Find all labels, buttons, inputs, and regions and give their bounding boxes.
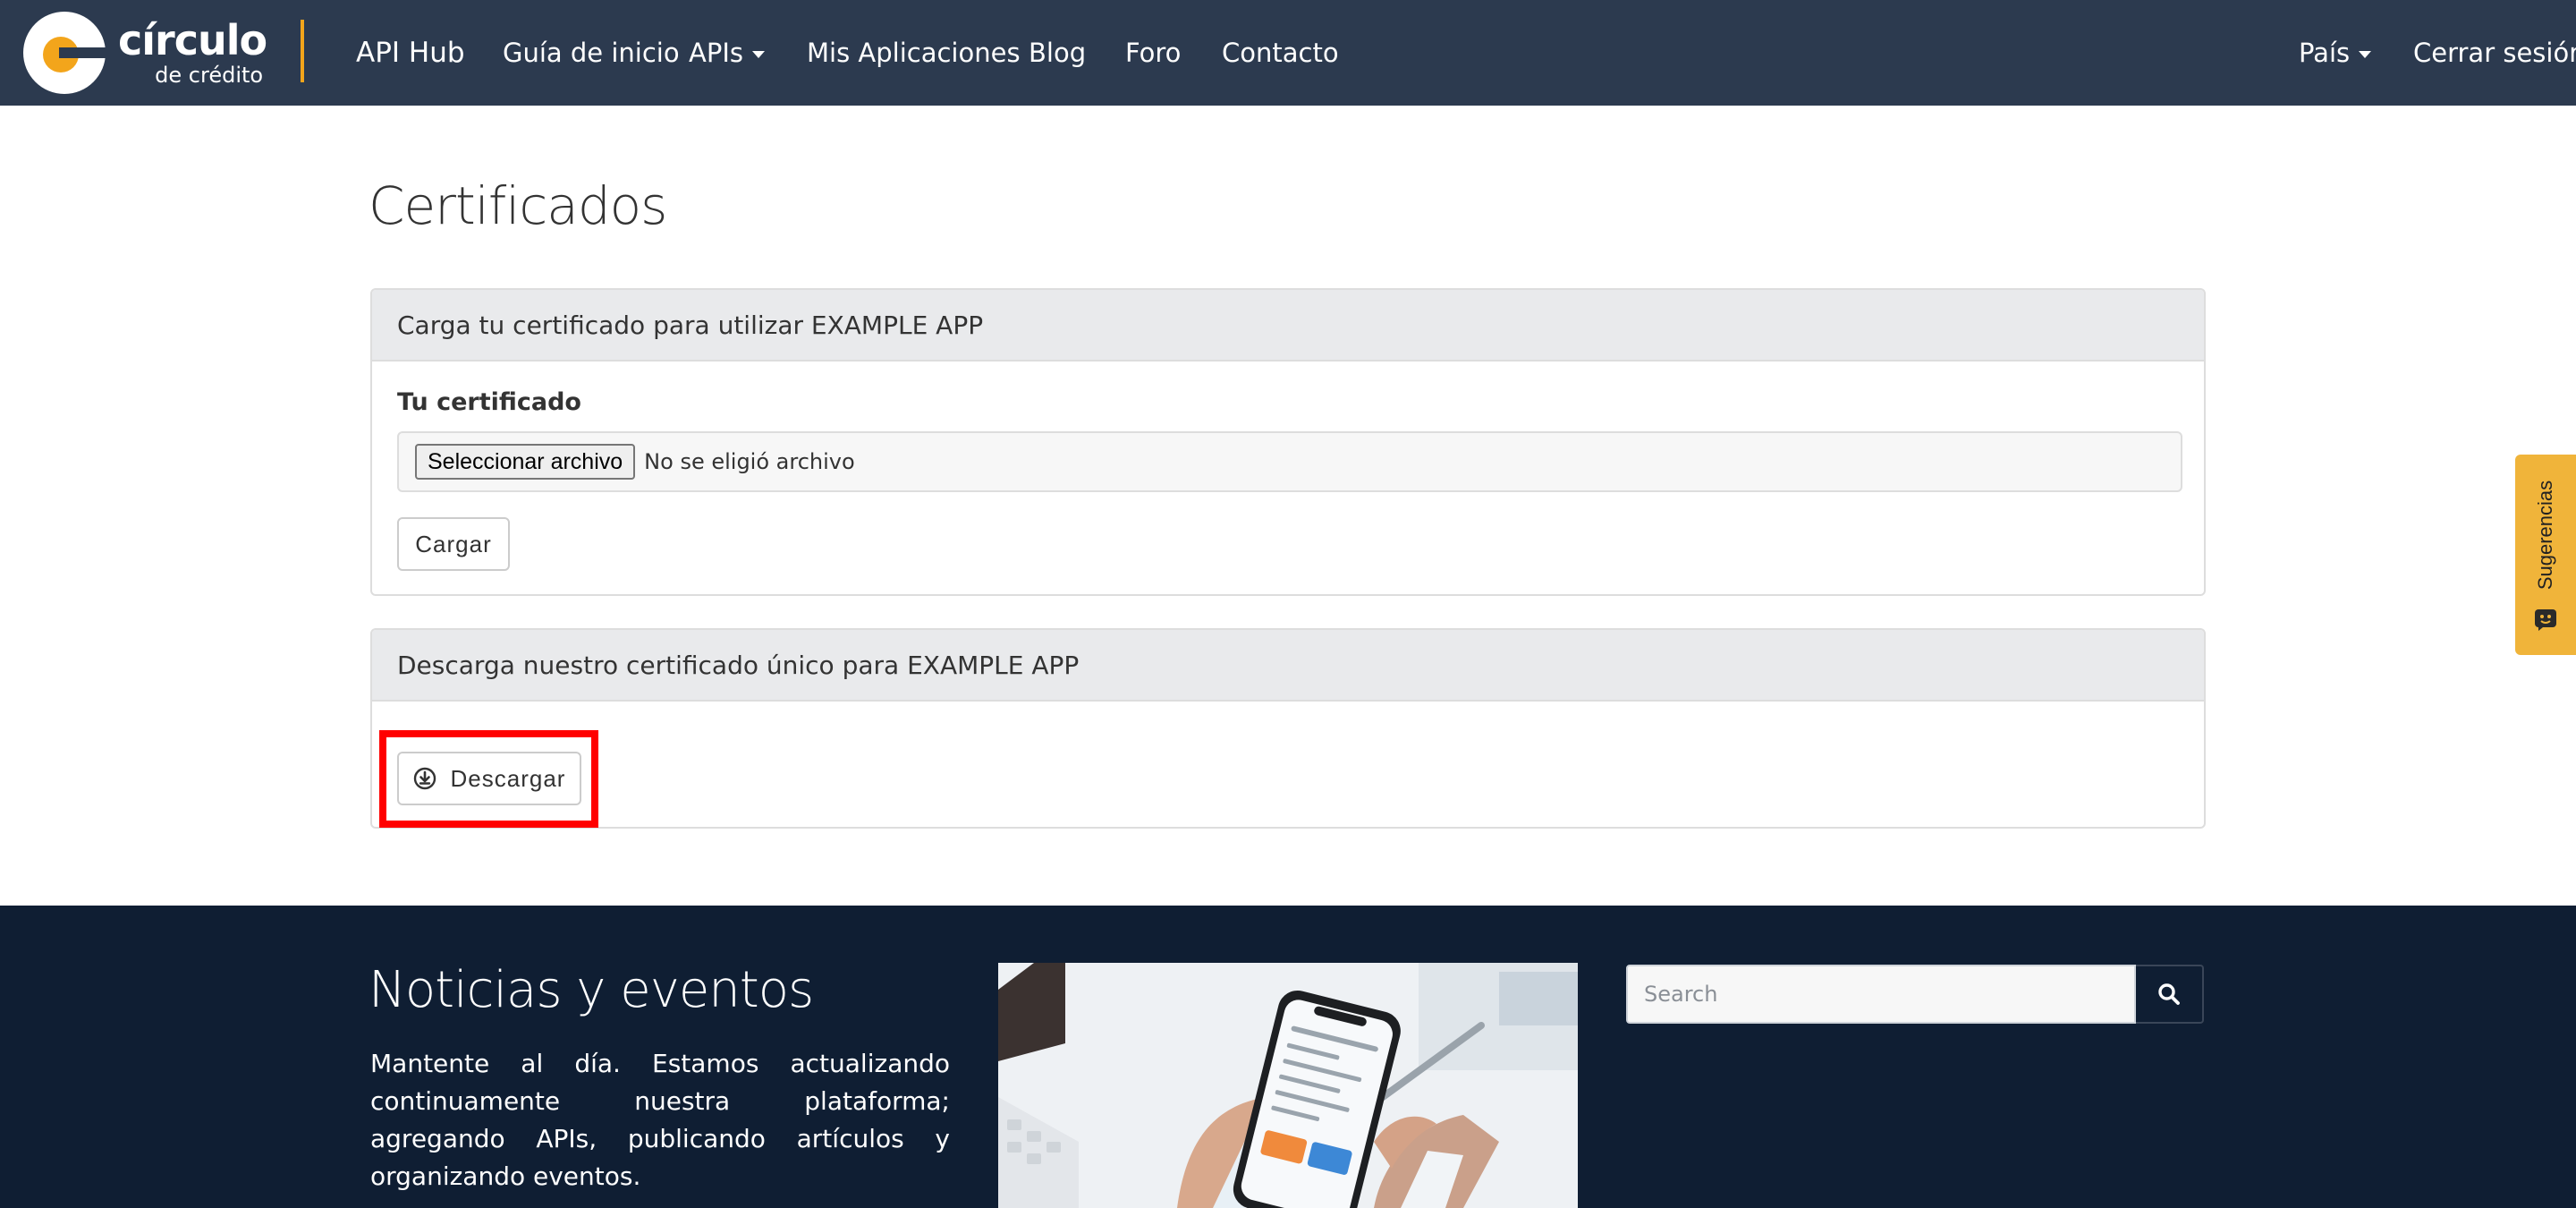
news-image-phone-in-hands [998, 963, 1578, 1208]
footer: Noticias y eventos Mantente al día. Esta… [0, 906, 2576, 1208]
nav-country-dropdown[interactable]: País [2299, 0, 2372, 106]
search-icon [2158, 983, 2180, 1005]
brand-divider [301, 20, 304, 82]
caret-down-icon [2359, 51, 2372, 58]
suggestions-label: Sugerencias [2534, 480, 2556, 591]
circulo-logo-icon [23, 12, 106, 94]
choose-file-button[interactable]: Seleccionar archivo [415, 444, 636, 480]
upload-certificate-panel: Carga tu certificado para utilizar EXAMP… [370, 288, 2206, 596]
certificate-file-input[interactable]: Seleccionar archivo No se eligió archivo [397, 431, 2182, 492]
file-status-text: No se eligió archivo [644, 449, 855, 474]
nav-contact[interactable]: Contacto [1222, 0, 1339, 106]
top-navbar: círculo de crédito API Hub Guía de inici… [0, 0, 2576, 106]
nav-logout[interactable]: Cerrar sesión [2413, 0, 2576, 106]
nav-apis-label: APIs [689, 38, 743, 68]
footer-title: Noticias y eventos [369, 961, 814, 1019]
download-button[interactable]: Descargar [397, 752, 581, 805]
search-input[interactable] [1626, 965, 2136, 1024]
download-panel-heading: Descarga nuestro certificado único para … [372, 630, 2204, 702]
nav-my-apps[interactable]: Mis Aplicaciones [807, 0, 1021, 106]
nav-api-hub[interactable]: API Hub [356, 0, 465, 106]
caret-down-icon [752, 51, 765, 58]
search-button[interactable] [2136, 965, 2204, 1024]
page-title: Certificados [369, 175, 667, 236]
brand-logo[interactable]: círculo de crédito [23, 11, 267, 95]
certificate-field-label: Tu certificado [397, 388, 581, 416]
brand-name: círculo [118, 16, 267, 64]
footer-search [1626, 965, 2204, 1024]
nav-blog[interactable]: Blog [1029, 0, 1086, 106]
download-button-label: Descargar [450, 764, 566, 792]
suggestions-tab[interactable]: Sugerencias [2515, 455, 2576, 655]
footer-description: Mantente al día. Estamos actualizando co… [370, 1049, 950, 1191]
download-circle-icon [413, 767, 436, 790]
upload-button[interactable]: Cargar [397, 517, 510, 571]
nav-country-label: País [2299, 38, 2351, 68]
upload-panel-heading: Carga tu certificado para utilizar EXAMP… [372, 290, 2204, 362]
nav-forum[interactable]: Foro [1125, 0, 1181, 106]
feedback-icon [2535, 609, 2556, 631]
nav-apis-dropdown[interactable]: APIs [689, 0, 765, 106]
download-certificate-panel: Descarga nuestro certificado único para … [370, 628, 2206, 829]
nav-guide[interactable]: Guía de inicio [503, 0, 680, 106]
brand-tagline: de crédito [155, 63, 264, 88]
